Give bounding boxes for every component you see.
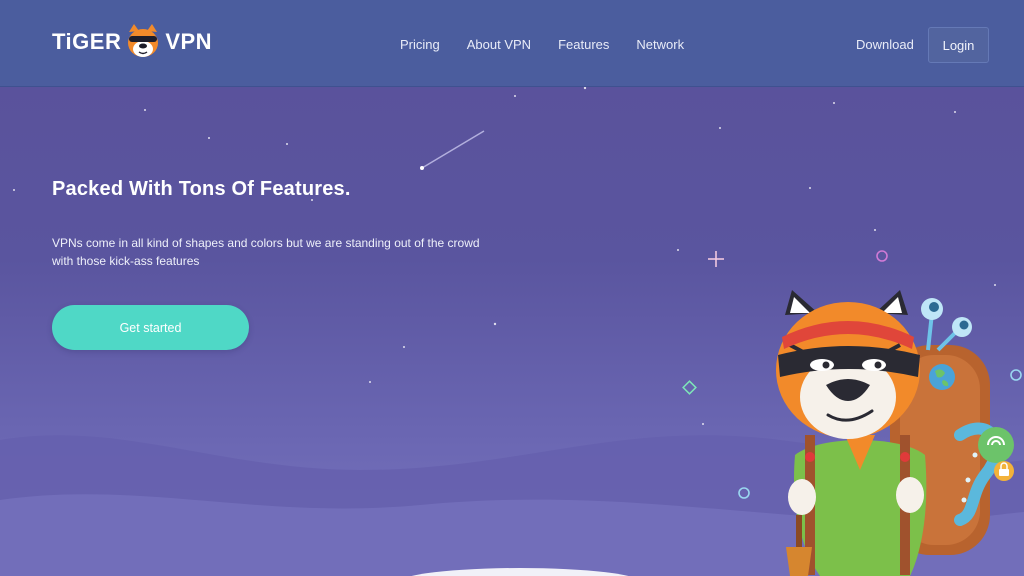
shooting-star-icon	[421, 130, 485, 169]
tiger-vpn-logo[interactable]: TiGER VPN	[52, 22, 212, 62]
ring-icon	[876, 250, 888, 262]
download-link[interactable]: Download	[856, 36, 914, 54]
nav-item-pricing[interactable]: Pricing	[400, 36, 440, 54]
wifi-badge-icon	[978, 427, 1014, 463]
login-button[interactable]: Login	[928, 27, 989, 63]
diamond-icon	[682, 380, 697, 395]
logo-text-left: TiGER	[52, 29, 122, 54]
main-nav: Pricing About VPN Features Network	[400, 36, 711, 54]
hero-title: Packed With Tons Of Features.	[52, 178, 351, 200]
nav-item-features[interactable]: Features	[558, 36, 609, 54]
top-navigation-bar: TiGER VPN Pricing About VPN Features Net…	[0, 0, 1024, 87]
hero-description: VPNs come in all kind of shapes and colo…	[52, 236, 480, 268]
tiger-mascot-illustration	[776, 290, 1014, 576]
globe-patch-icon	[929, 364, 955, 390]
get-started-button[interactable]: Get started	[52, 305, 249, 350]
sparkle-icon	[708, 251, 724, 267]
logo-text-right: VPN	[165, 29, 213, 54]
nav-item-about-vpn[interactable]: About VPN	[467, 36, 531, 54]
landing-page: TiGER VPN Pricing About VPN Features Net…	[0, 0, 1024, 576]
nav-item-network[interactable]: Network	[636, 36, 684, 54]
tiger-face-icon	[128, 24, 159, 57]
